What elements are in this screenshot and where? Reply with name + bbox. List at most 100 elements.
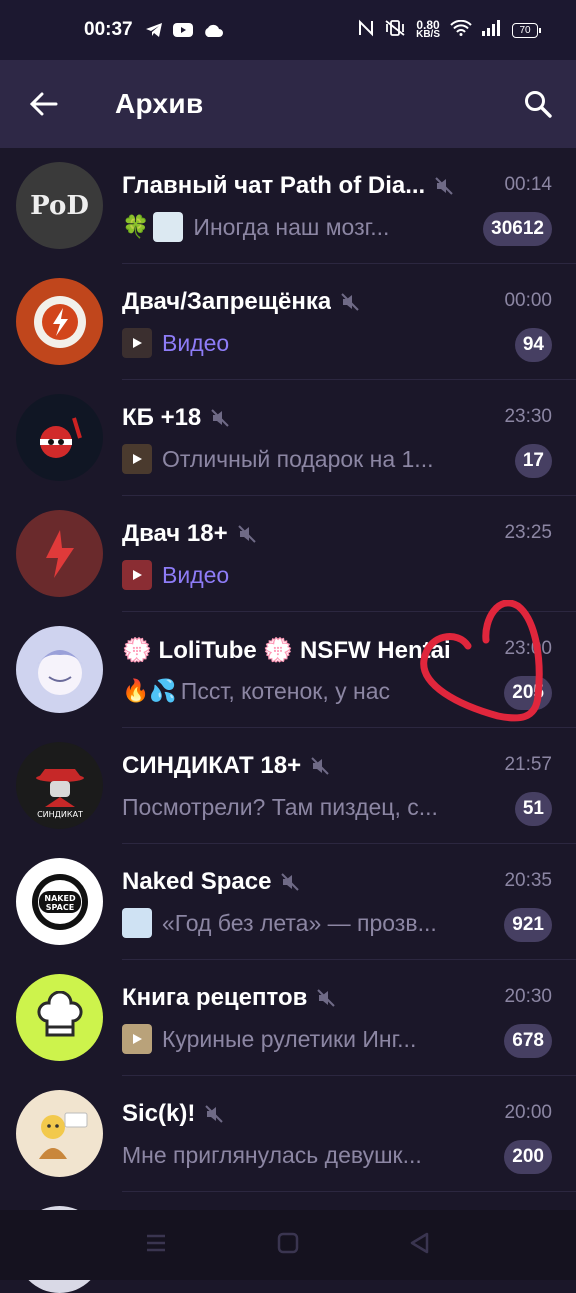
chat-row[interactable]: NAKED SPACE Naked Space 20:35 «Год без ле…: [0, 844, 576, 960]
chat-title: Sic(k)!: [122, 1100, 196, 1127]
menu-icon: [147, 1234, 165, 1251]
mute-icon: [237, 525, 256, 543]
page-title: Архив: [115, 88, 204, 119]
unread-badge: 94: [514, 328, 552, 362]
status-time: 00:37: [84, 19, 133, 40]
video-thumbnail: [122, 1024, 152, 1054]
unread-badge: 30612: [483, 212, 552, 246]
chat-row[interactable]: Двач/Запрещёнка 00:00 Видео 94: [0, 264, 576, 380]
avatar-text: PoD: [30, 190, 89, 221]
chat-avatar: [16, 394, 103, 481]
battery-indicator: 70: [512, 22, 541, 38]
chat-list: PoD Главный чат Path of Dia... 00:14 🍀 И…: [0, 148, 576, 1293]
arrow-left-icon: [30, 92, 58, 116]
unread-badge: 205: [504, 676, 552, 710]
cloud-icon: [203, 24, 223, 37]
avatar-text: SPACE: [45, 903, 73, 912]
chat-row[interactable]: Двач 18+ 23:25 Видео: [0, 496, 576, 612]
chat-preview: Отличный подарок на 1...: [162, 445, 434, 472]
chat-preview: «Год без лета» — прозв...: [162, 909, 437, 936]
chat-row[interactable]: PoD Главный чат Path of Dia... 00:14 🍀 И…: [0, 148, 576, 264]
play-icon: [133, 1034, 142, 1044]
video-thumbnail: [122, 444, 152, 474]
chat-avatar: [16, 278, 103, 365]
chat-row[interactable]: КБ +18 23:30 Отличный подарок на 1... 17: [0, 380, 576, 496]
chat-title: Книга рецептов: [122, 984, 308, 1011]
chat-row[interactable]: Книга рецептов 20:30 Куриные рулетики Ин…: [0, 960, 576, 1076]
mute-icon: [211, 409, 229, 427]
mute-icon: [205, 1105, 224, 1123]
chat-avatar: PoD: [16, 162, 103, 249]
chat-time: 20:00: [504, 1102, 552, 1123]
vibrate-icon: [384, 19, 406, 42]
chat-row[interactable]: Sic(k)! 20:00 Мне приглянулась девушк...…: [0, 1076, 576, 1192]
preview-thumbnail: [153, 212, 184, 242]
chat-title: Двач/Запрещёнка: [122, 288, 332, 315]
chat-row[interactable]: 💮 LoliTube 💮 NSFW Hentai 23:00 🔥💦 Псст, …: [0, 612, 576, 728]
chat-avatar: [16, 626, 103, 713]
unread-badge: 51: [514, 792, 552, 826]
unread-badge: 200: [504, 1140, 552, 1174]
chat-time: 21:57: [504, 754, 552, 775]
mute-icon: [317, 989, 336, 1007]
chat-time: 23:00: [504, 638, 552, 659]
network-speed: 0.80 KB/S: [416, 19, 440, 40]
chat-preview: Посмотрели? Там пиздец, с...: [122, 793, 438, 820]
mute-icon: [281, 873, 300, 891]
play-icon: [133, 454, 142, 464]
chat-row[interactable]: СИНДИКАТ СИНДИКАТ 18+ 21:57 Посмотрели? …: [0, 728, 576, 844]
chat-title: Naked Space: [122, 868, 272, 895]
app-bar: Архив: [0, 60, 576, 148]
youtube-icon: [172, 23, 193, 37]
chat-time: 23:25: [504, 522, 552, 543]
unread-badge: 921: [504, 908, 552, 942]
unread-badge: 678: [504, 1024, 552, 1058]
back-button[interactable]: [20, 80, 68, 128]
mute-icon: [435, 177, 453, 195]
chat-time: 00:00: [504, 290, 552, 311]
chat-title: СИНДИКАТ 18+: [122, 752, 302, 779]
chat-time: 20:30: [504, 986, 552, 1007]
chat-title: 💮 LoliTube 💮 NSFW Hentai: [122, 636, 451, 664]
play-icon: [133, 570, 142, 580]
chat-title: КБ +18: [122, 404, 202, 431]
chat-preview: Видео: [162, 329, 230, 356]
chat-title: Двач 18+: [122, 520, 228, 547]
search-button[interactable]: [514, 80, 562, 128]
chat-time: 00:14: [504, 174, 552, 195]
preview-emoji: 🍀: [122, 214, 150, 239]
status-bar: 00:37 0.80 KB/S 70: [0, 0, 576, 60]
system-back-button[interactable]: [409, 1232, 431, 1259]
chat-time: 23:30: [504, 406, 552, 427]
chat-preview: Мне приглянулась девушк...: [122, 1141, 422, 1168]
preview-thumbnail: [122, 908, 152, 938]
telegram-icon: [145, 22, 163, 38]
chat-avatar: NAKED SPACE: [16, 858, 103, 945]
avatar-text: NAKED: [44, 894, 76, 903]
network-speed-unit: KB/S: [416, 29, 440, 40]
chat-title: Главный чат Path of Dia...: [122, 172, 426, 199]
avatar-text: СИНДИКАТ: [37, 810, 83, 819]
wifi-icon: [450, 19, 472, 41]
triangle-left-icon: [410, 1232, 429, 1253]
video-thumbnail: [122, 560, 152, 590]
chat-preview: Псст, котенок, у нас: [180, 677, 390, 704]
chat-avatar: [16, 974, 103, 1061]
chat-avatar: [16, 510, 103, 597]
mute-icon: [341, 293, 359, 311]
mute-icon: [311, 757, 329, 775]
chat-preview: Куриные рулетики Инг...: [162, 1025, 417, 1052]
search-icon: [525, 91, 552, 118]
video-thumbnail: [122, 328, 152, 358]
square-icon: [277, 1232, 299, 1253]
home-button[interactable]: [277, 1232, 299, 1259]
system-nav-bar: [0, 1210, 576, 1280]
chef-hat-icon: [37, 990, 82, 1036]
recent-apps-button[interactable]: [145, 1234, 167, 1257]
chat-preview: Видео: [162, 561, 230, 588]
signal-icon: [482, 19, 502, 41]
nfc-icon: [358, 19, 374, 42]
chat-avatar: СИНДИКАТ: [16, 742, 103, 829]
play-icon: [133, 338, 142, 348]
chat-avatar: [16, 1090, 103, 1177]
